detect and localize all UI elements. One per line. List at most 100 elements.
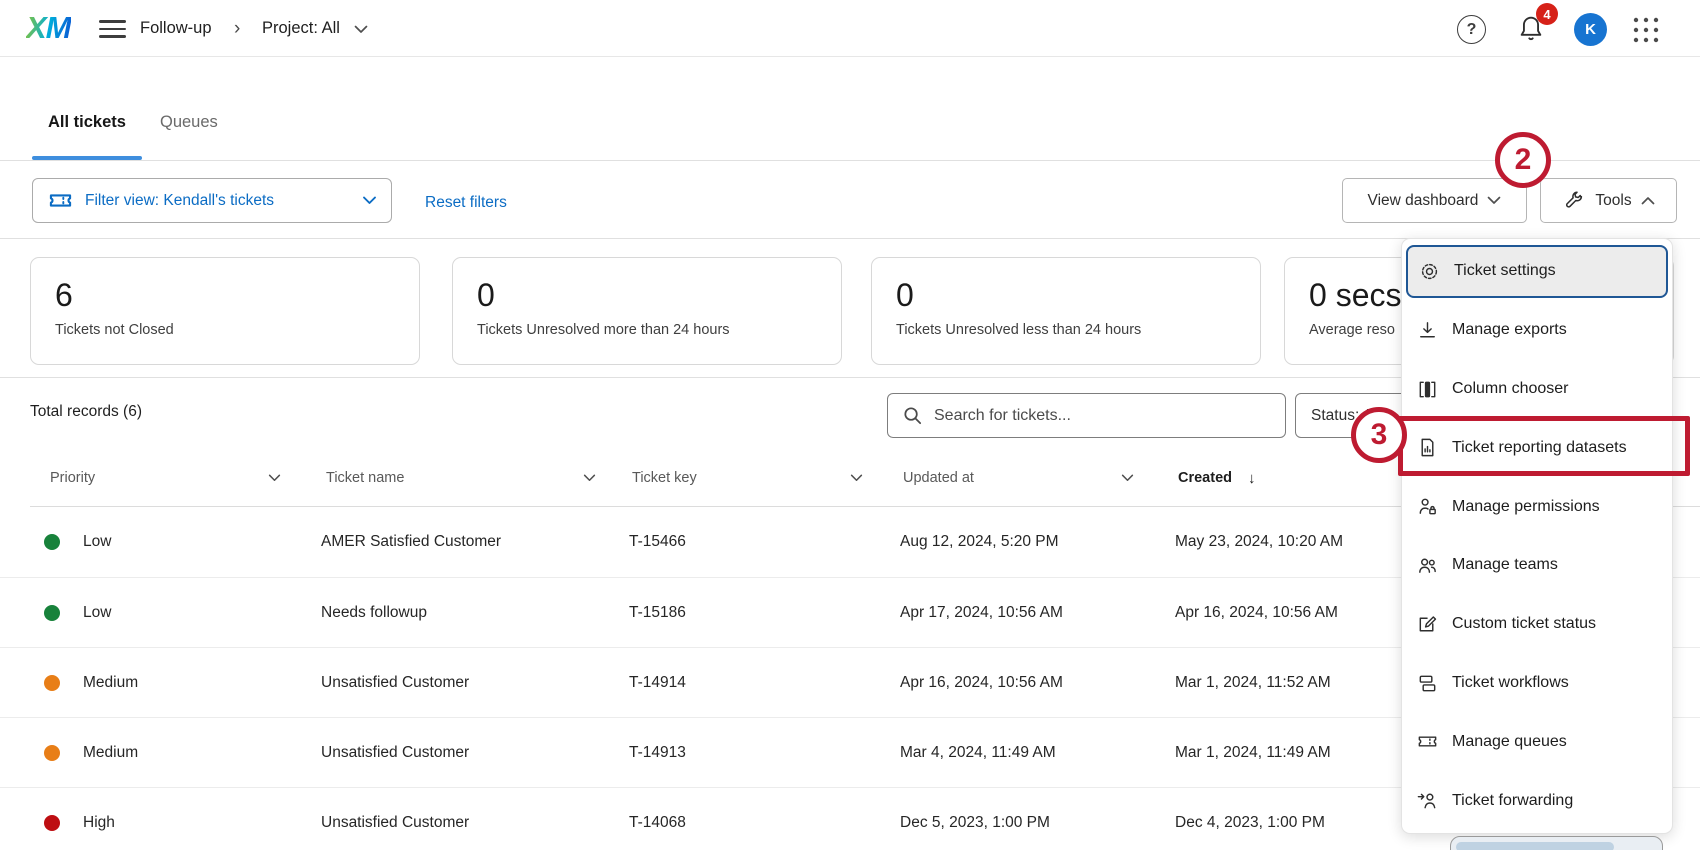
menu-item-manage-queues[interactable]: Manage queues — [1402, 712, 1672, 771]
edit-icon — [1416, 613, 1439, 636]
menu-item-custom-ticket-status[interactable]: Custom ticket status — [1402, 595, 1672, 654]
avatar[interactable]: K — [1574, 13, 1607, 46]
ticket-name-cell: Unsatisfied Customer — [321, 674, 469, 692]
stat-card-unresolved-more-24h: 0 Tickets Unresolved more than 24 hours — [452, 257, 842, 365]
people-icon — [1416, 554, 1439, 577]
menu-item-manage-teams[interactable]: Manage teams — [1402, 536, 1672, 595]
ticket-key-cell: T-14914 — [629, 674, 686, 692]
chevron-down-icon — [1487, 196, 1501, 205]
created-cell: Apr 16, 2024, 10:56 AM — [1175, 604, 1338, 622]
ticket-key-cell: T-15466 — [629, 533, 686, 551]
updated-at-cell: Dec 5, 2023, 1:00 PM — [900, 814, 1050, 832]
total-records-label: Total records (6) — [30, 403, 142, 421]
updated-at-cell: Apr 16, 2024, 10:56 AM — [900, 674, 1063, 692]
menu-item-manage-exports[interactable]: Manage exports — [1402, 301, 1672, 360]
priority-cell: Low — [83, 533, 111, 551]
updated-at-cell: Apr 17, 2024, 10:56 AM — [900, 604, 1063, 622]
ticket-name-cell: Unsatisfied Customer — [321, 814, 469, 832]
sort-chevron-icon[interactable] — [850, 474, 863, 482]
column-header-ticket-name[interactable]: Ticket name — [326, 470, 404, 486]
ticket-name-cell: AMER Satisfied Customer — [321, 533, 501, 551]
menu-item-ticket-forwarding[interactable]: Ticket forwarding — [1402, 771, 1672, 830]
priority-cell: Low — [83, 604, 111, 622]
priority-cell: Medium — [83, 674, 138, 692]
filter-view-dropdown[interactable]: Filter view: Kendall's tickets — [32, 178, 392, 223]
ticket-icon — [47, 187, 74, 214]
stat-card-not-closed: 6 Tickets not Closed — [30, 257, 420, 365]
tab-queues[interactable]: Queues — [160, 113, 218, 132]
menu-item-manage-permissions[interactable]: Manage permissions — [1402, 477, 1672, 536]
priority-dot-high — [44, 815, 60, 831]
created-cell: May 23, 2024, 10:20 AM — [1175, 533, 1343, 551]
report-document-icon — [1416, 436, 1439, 459]
ticket-name-cell: Unsatisfied Customer — [321, 744, 469, 762]
stat-value: 6 — [55, 275, 395, 315]
horizontal-scrollbar[interactable] — [1450, 836, 1663, 850]
chevron-down-icon — [354, 25, 368, 34]
column-header-updated-at[interactable]: Updated at — [903, 470, 974, 486]
sort-chevron-icon[interactable] — [583, 474, 596, 482]
sort-chevron-icon[interactable] — [1121, 474, 1134, 482]
ticket-icon — [1416, 730, 1439, 753]
updated-at-cell: Aug 12, 2024, 5:20 PM — [900, 533, 1059, 551]
tabbar-divider — [0, 160, 1700, 161]
tools-button[interactable]: Tools — [1540, 178, 1677, 223]
reset-filters-link[interactable]: Reset filters — [425, 194, 507, 212]
sort-chevron-icon[interactable] — [268, 474, 281, 482]
created-cell: Dec 4, 2023, 1:00 PM — [1175, 814, 1325, 832]
stat-card-unresolved-less-24h: 0 Tickets Unresolved less than 24 hours — [871, 257, 1261, 365]
column-header-ticket-key[interactable]: Ticket key — [632, 470, 697, 486]
help-icon[interactable]: ? — [1457, 15, 1486, 44]
priority-cell: High — [83, 814, 115, 832]
priority-cell: Medium — [83, 744, 138, 762]
active-tab-underline — [32, 156, 142, 160]
annotation-step-2: 2 — [1495, 132, 1551, 188]
person-arrow-icon — [1416, 789, 1439, 812]
created-cell: Mar 1, 2024, 11:52 AM — [1175, 674, 1331, 692]
column-header-priority[interactable]: Priority — [50, 470, 95, 486]
wrench-icon — [1562, 189, 1586, 213]
search-input[interactable] — [934, 407, 1272, 425]
breadcrumb-scope[interactable]: Project: All — [262, 0, 340, 57]
person-lock-icon — [1416, 495, 1439, 518]
updated-at-cell: Mar 4, 2024, 11:49 AM — [900, 744, 1056, 762]
download-icon — [1416, 319, 1439, 342]
priority-dot-low — [44, 534, 60, 550]
stat-value: 0 — [477, 275, 817, 315]
chevron-down-icon — [362, 196, 377, 205]
view-dashboard-button[interactable]: View dashboard — [1342, 178, 1527, 223]
stat-label: Tickets Unresolved less than 24 hours — [896, 322, 1236, 338]
filter-view-label: Filter view: Kendall's tickets — [85, 192, 351, 210]
notification-badge: 4 — [1536, 3, 1558, 25]
ticket-key-cell: T-15186 — [629, 604, 686, 622]
ticket-key-cell: T-14913 — [629, 744, 686, 762]
menu-item-ticket-settings[interactable]: Ticket settings — [1406, 245, 1668, 298]
breadcrumb-project[interactable]: Follow-up — [140, 0, 212, 57]
ticket-search — [887, 393, 1286, 438]
chevron-up-icon — [1641, 196, 1655, 205]
stat-value: 0 — [896, 275, 1236, 315]
column-header-created[interactable]: Created — [1178, 470, 1232, 486]
menu-item-ticket-reporting-datasets[interactable]: Ticket reporting datasets — [1402, 418, 1672, 477]
ticket-name-cell: Needs followup — [321, 604, 427, 622]
stat-label: Tickets Unresolved more than 24 hours — [477, 322, 817, 338]
priority-dot-medium — [44, 675, 60, 691]
scrollbar-thumb[interactable] — [1456, 842, 1614, 850]
stat-label: Tickets not Closed — [55, 322, 395, 338]
stacked-cards-icon — [1416, 672, 1439, 695]
tab-all-tickets[interactable]: All tickets — [48, 113, 126, 132]
top-bar: XM Follow-up › Project: All ? 4 K — [0, 0, 1700, 57]
gear-icon — [1418, 260, 1441, 283]
columns-icon — [1416, 378, 1439, 401]
search-icon — [901, 404, 924, 427]
priority-dot-low — [44, 605, 60, 621]
hamburger-menu-icon[interactable] — [99, 20, 126, 38]
menu-item-column-chooser[interactable]: Column chooser — [1402, 360, 1672, 419]
app-grid-icon[interactable] — [1631, 16, 1661, 44]
sort-descending-icon[interactable]: ↓ — [1248, 470, 1256, 487]
ticket-key-cell: T-14068 — [629, 814, 686, 832]
xm-logo[interactable]: XM — [26, 10, 71, 46]
annotation-step-3: 3 — [1351, 407, 1407, 463]
menu-item-ticket-workflows[interactable]: Ticket workflows — [1402, 654, 1672, 713]
tools-dropdown-menu: Ticket settings Manage exports Column ch… — [1401, 238, 1673, 834]
